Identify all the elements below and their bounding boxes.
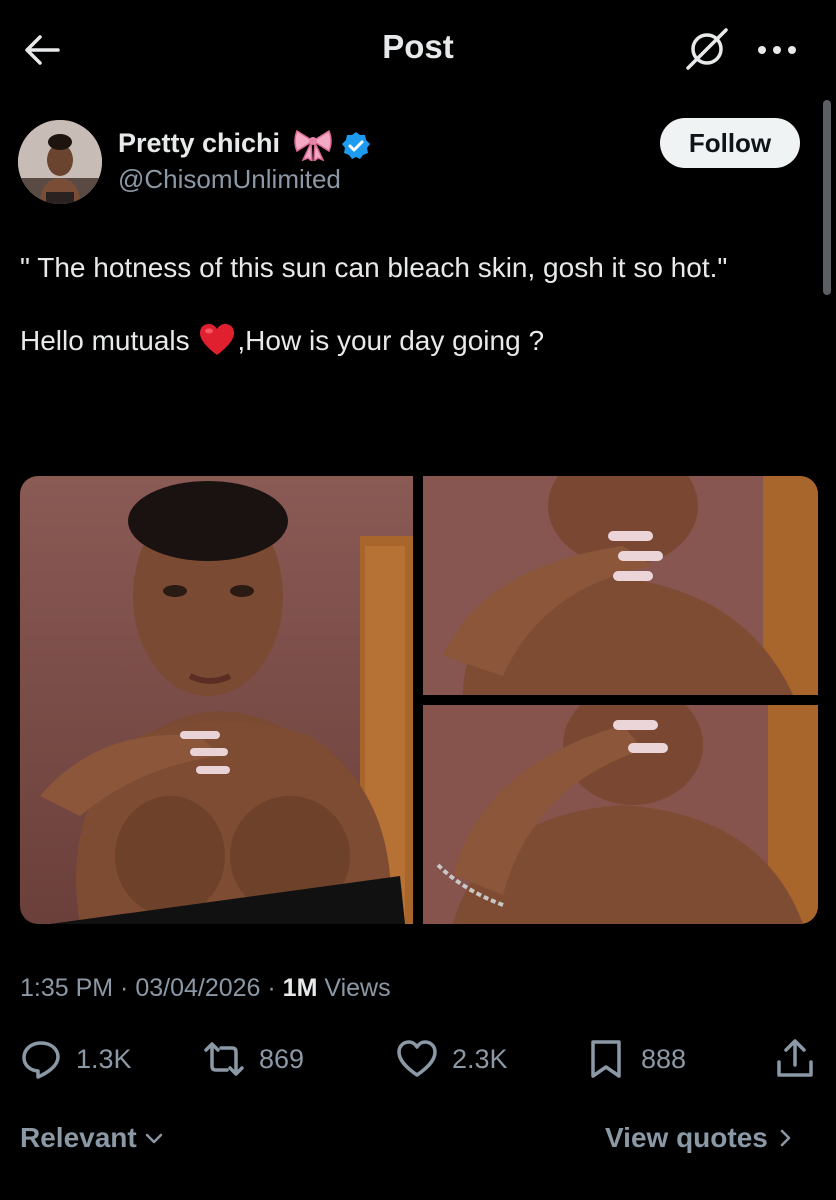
post-photo-1[interactable] [20,476,413,924]
post-time[interactable]: 1:35 PM [20,974,113,1002]
separator: · [260,974,283,1002]
repost-count: 869 [259,1043,305,1074]
separator: · [113,974,136,1002]
greeting-text: Hello mutuals [20,325,198,356]
reply-count: 1.3K [76,1043,132,1074]
views-count: 1M [282,974,318,1002]
repost-button[interactable]: 869 [203,1030,304,1088]
view-quotes-label: View quotes [605,1122,768,1153]
post-text-line-1: " The hotness of this sun can bleach ski… [20,252,728,283]
like-button[interactable]: 2.3K [396,1030,508,1088]
post-photo-3[interactable] [423,705,818,924]
share-icon [777,1039,813,1077]
reply-icon [22,1041,60,1079]
sort-replies-button[interactable]: Relevant [20,1122,165,1154]
ribbon-bow-icon [293,127,333,163]
chevron-down-icon [145,1133,162,1144]
share-button[interactable] [774,1030,816,1088]
post-text: " The hotness of this sun can bleach ski… [20,250,810,359]
sort-label: Relevant [20,1122,137,1153]
more-horizontal-icon [758,46,796,54]
display-name[interactable]: Pretty chichi [118,128,280,159]
follow-button[interactable]: Follow [660,118,800,168]
question-text: ,How is your day going ? [237,325,545,356]
bookmark-icon [591,1040,621,1078]
view-quotes-link[interactable]: View quotes [605,1122,796,1154]
media-grid [20,476,818,924]
user-handle[interactable]: @ChisomUnlimited [118,164,341,195]
post-date[interactable]: 03/04/2026 [135,974,260,1002]
chevron-right-icon [780,1129,791,1147]
grok-icon [686,28,728,70]
heart-icon [397,1040,437,1077]
grok-button[interactable] [682,24,732,74]
verified-badge-icon [341,131,371,161]
action-bar: 1.3K 869 2.3K 888 [0,1030,836,1090]
post-text-line-2: Hello mutuals ,How is your day going ? [20,322,810,359]
post-photo-2[interactable] [423,476,818,695]
top-bar: Post [0,0,836,100]
reply-button[interactable]: 1.3K [20,1030,132,1088]
repost-icon [204,1042,244,1076]
back-button[interactable] [20,28,64,72]
views-label: Views [317,974,391,1002]
like-count: 2.3K [452,1043,508,1074]
bookmark-count: 888 [641,1043,687,1074]
arrow-left-icon [25,35,60,65]
more-options-button[interactable] [752,30,802,70]
scrollbar[interactable] [823,100,831,295]
red-heart-icon [199,322,235,358]
bookmark-button[interactable]: 888 [585,1030,686,1088]
avatar[interactable] [18,120,102,204]
post-meta: 1:35 PM · 03/04/2026 · 1M Views [20,974,391,1003]
